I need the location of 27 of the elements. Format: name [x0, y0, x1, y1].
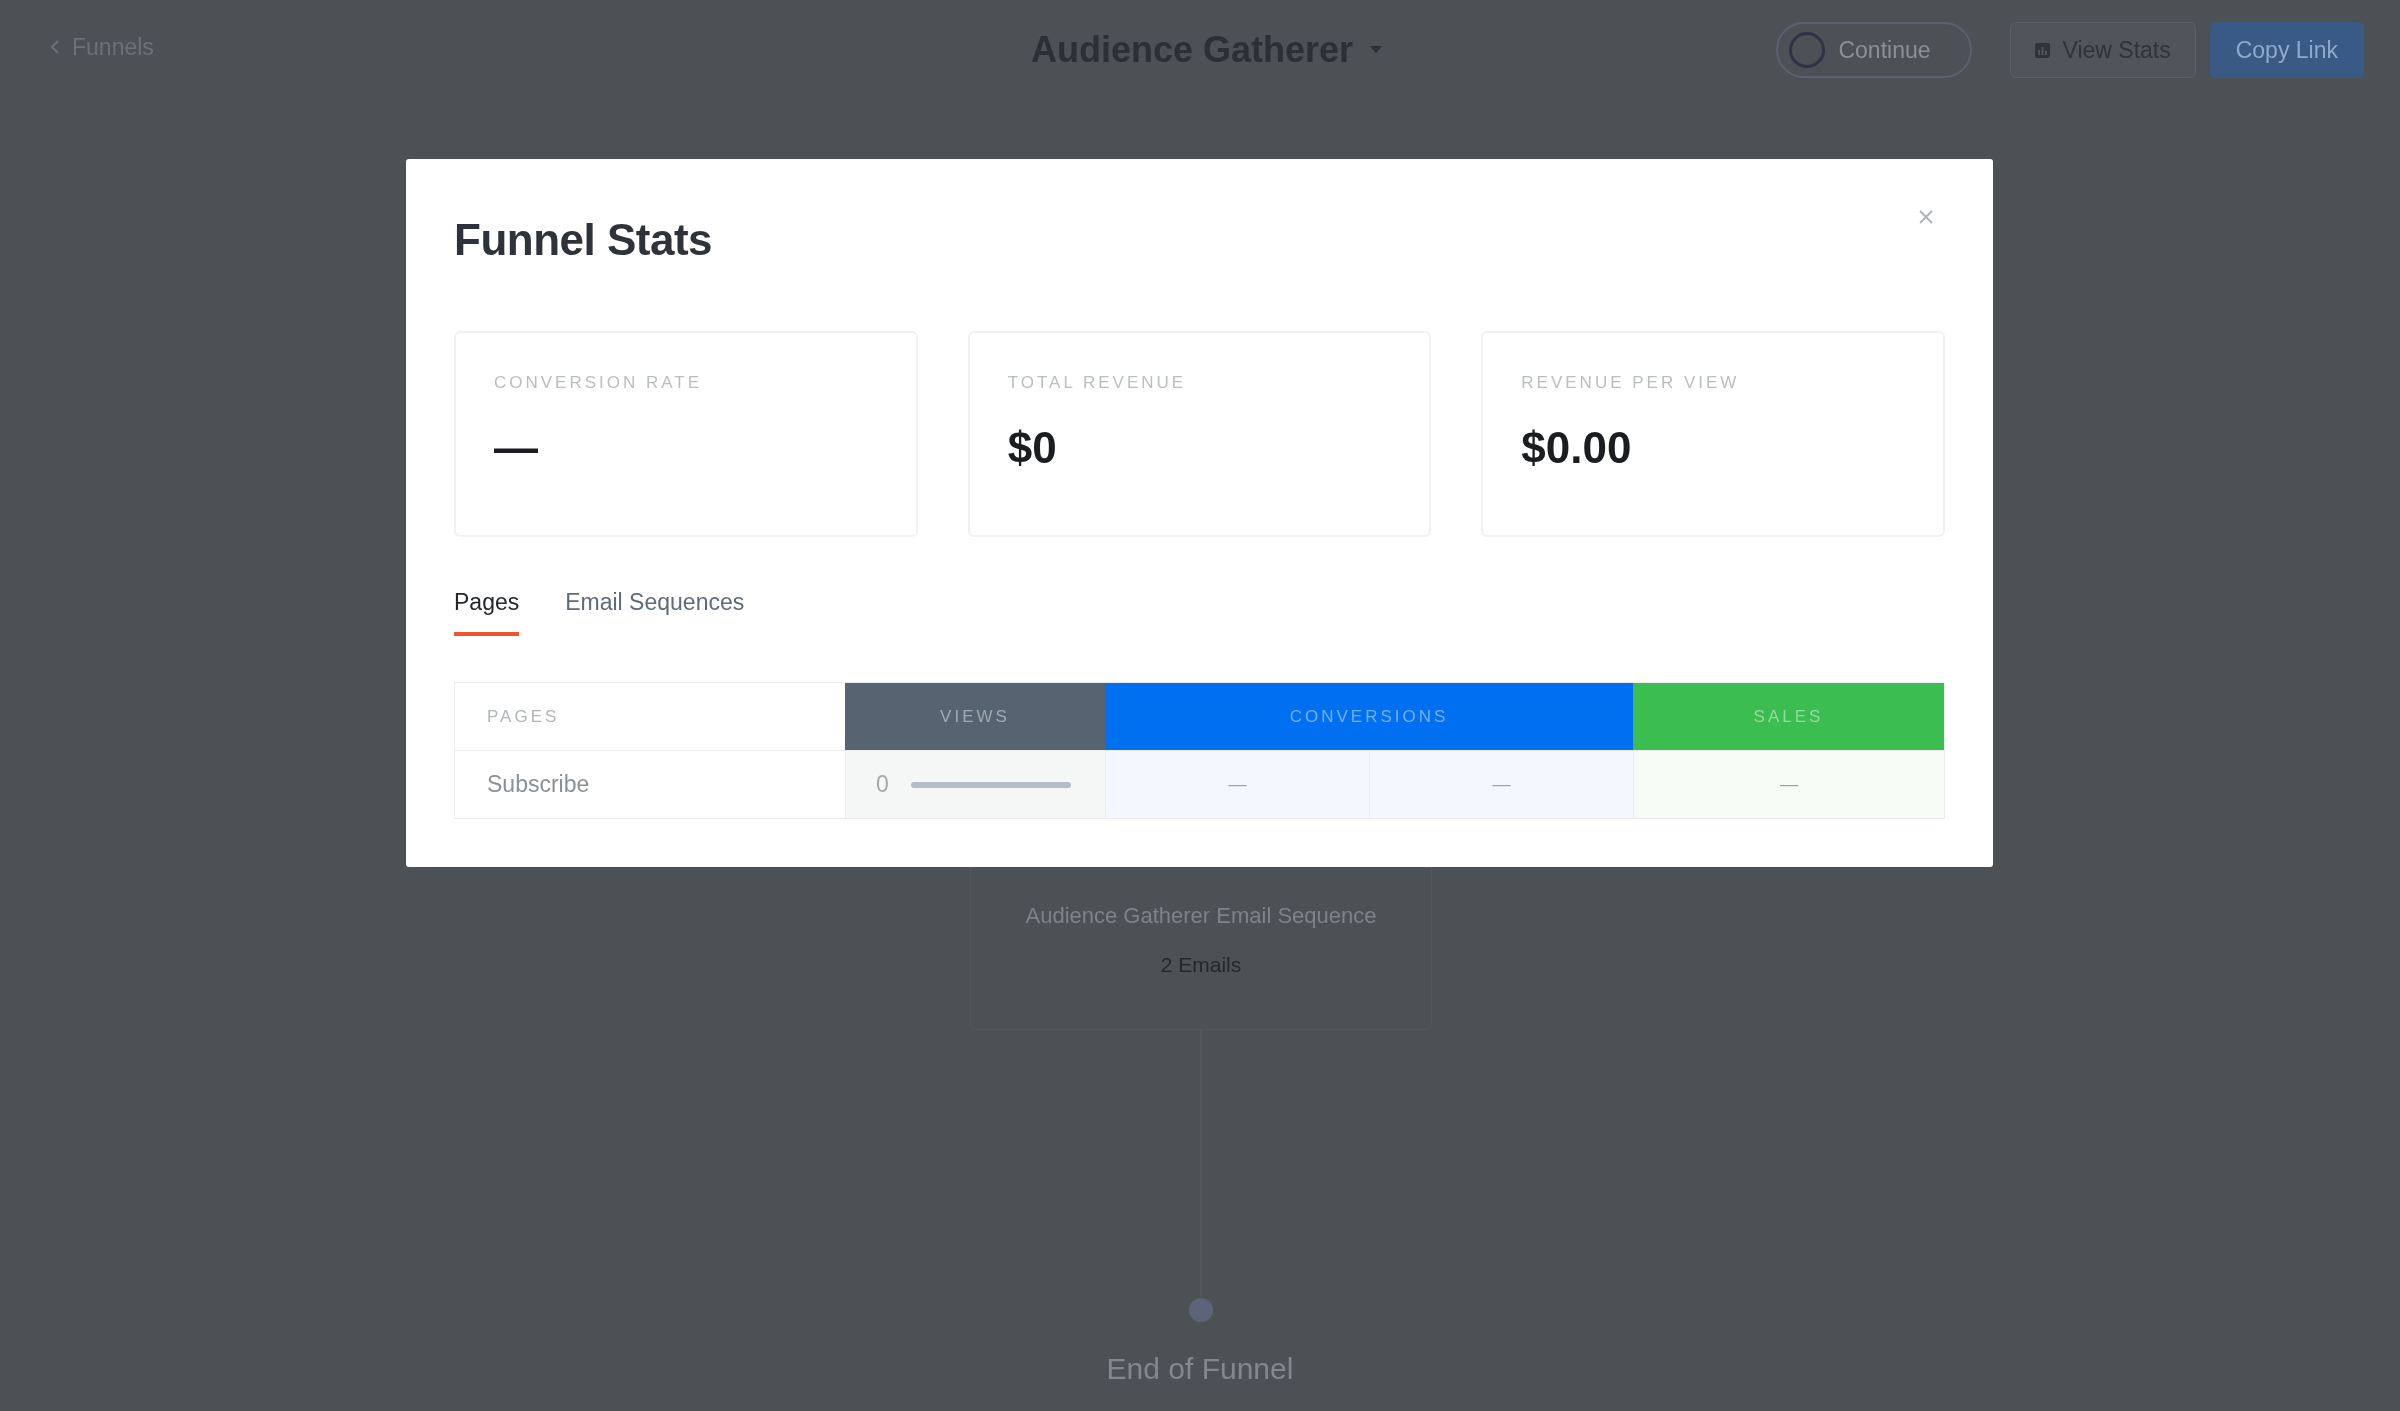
column-header: CONVERSIONS [1105, 683, 1633, 750]
column-header: PAGES [486, 705, 561, 728]
continue-toggle[interactable]: Continue [1776, 22, 1973, 78]
column-header: VIEWS [845, 683, 1105, 750]
circle-icon [1788, 31, 1827, 69]
caret-icon [1369, 46, 1384, 54]
stat-value: $0.00 [1521, 423, 1633, 473]
stat-value: — [494, 423, 539, 473]
tab[interactable]: Pages [454, 589, 520, 636]
modal-title: Funnel Stats [454, 215, 713, 265]
stat-value: $0 [1007, 423, 1058, 473]
tab[interactable]: Email Sequences [565, 589, 745, 636]
stat-label: CONVERSION RATE [494, 373, 704, 393]
sales-cell: — [1633, 751, 1944, 818]
end-of-funnel-label: End of Funnel [1105, 1352, 1295, 1386]
copy-link-button[interactable]: Copy Link [2209, 22, 2364, 78]
conversions-cell: — [1369, 751, 1633, 818]
stat-label: REVENUE PER VIEW [1521, 373, 1741, 393]
chevron-left-icon [50, 39, 60, 55]
bar-chart-icon [2035, 42, 2051, 58]
close-icon[interactable] [1918, 209, 1934, 225]
stat-label: TOTAL REVENUE [1007, 373, 1188, 393]
end-dot [1189, 1298, 1213, 1322]
conversions-cell: — [1105, 751, 1369, 818]
column-header: SALES [1633, 683, 1944, 750]
page-name-cell-text: Subscribe [486, 770, 591, 799]
views-count: 0 [876, 771, 889, 798]
